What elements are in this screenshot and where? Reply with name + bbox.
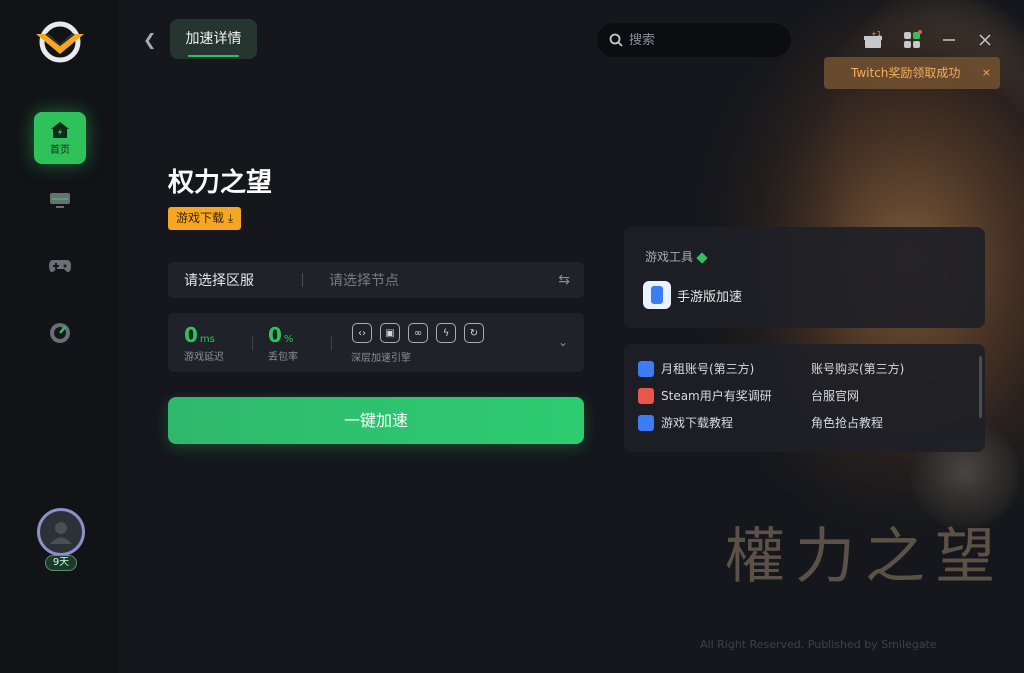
brand-logo-icon [32,18,88,64]
monitor-icon [50,193,70,208]
user-avatar[interactable] [37,508,85,556]
server-node-selector[interactable]: 请选择区服 请选择节点 ⇆ [168,262,584,298]
screen-icon[interactable]: ▣ [380,323,400,343]
link-character-tutorial[interactable]: 角色抢占教程 [811,414,883,431]
link-official-site[interactable]: 台服官网 [811,387,859,404]
svg-text:+1: +1 [871,30,881,38]
packet-loss-label: 丢包率 [268,352,298,363]
tutorial-icon [638,414,654,431]
search-icon [609,33,623,47]
refresh-icon[interactable]: ↻ [464,323,484,343]
mobile-accelerate-tool[interactable]: 手游版加速 [643,281,742,309]
account-icon [638,360,654,377]
link-steam-survey[interactable]: Steam用户有奖调研 [638,387,772,404]
toast-close-icon[interactable]: × [982,57,991,89]
one-click-accelerate-button[interactable]: 一键加速 [168,397,584,444]
gift-icon [638,387,654,404]
packet-loss-value: 0 [268,323,282,347]
game-title: 权力之望 [168,168,273,198]
mobile-accelerate-label: 手游版加速 [677,289,743,305]
cube-icon [696,251,708,264]
search-input[interactable] [629,32,769,48]
gift-box-icon[interactable]: +1 [863,30,883,50]
latency-value: 0 [184,323,198,347]
latency-unit: ms [199,334,215,345]
background-copyright: All Right Reserved. Published by Smilega… [700,638,937,651]
speedometer-icon [50,323,70,343]
node-select[interactable]: 请选择节点 [329,270,558,290]
apps-grid-icon[interactable] [902,30,922,50]
lightning-icon[interactable]: ϟ [436,323,456,343]
reward-toast: Twitch奖励领取成功 × [824,57,1000,89]
packet-loss-stat: 0% 丢包率 [268,323,298,363]
chevron-down-icon[interactable]: ⌄ [558,335,568,349]
latency-stat: 0 ms 游戏延迟 [184,323,224,363]
link-account-purchase[interactable]: 账号购买(第三方) [811,360,904,377]
game-download-button[interactable]: 游戏下载 ⤓ [168,207,242,230]
background-game-logo: 權力之望 [725,522,1005,592]
toast-message: Twitch奖励领取成功 [851,66,961,80]
back-icon[interactable]: ❮ [143,30,156,49]
link-download-tutorial[interactable]: 游戏下载教程 [638,414,733,431]
search-box[interactable] [597,23,791,57]
link-icon[interactable]: ∞ [408,323,428,343]
mobile-app-icon [643,281,671,309]
panel-scrollbar[interactable] [979,356,982,418]
close-icon[interactable] [975,30,995,50]
quick-links-panel: 月租账号(第三方) 账号购买(第三方) Steam用户有奖调研 台服官网 游戏下… [624,344,985,452]
sidebar-item-games[interactable] [34,240,86,292]
user-icon [50,522,72,544]
gamepad-icon [49,260,71,273]
packet-loss-unit: % [283,334,294,345]
acceleration-stats: 0 ms 游戏延迟 0% 丢包率 ‹› ▣ ∞ ϟ ↻ 深层加速引擎 ⌄ [168,313,584,372]
tab-acceleration-details[interactable]: 加速详情 [170,19,257,59]
latency-label: 游戏延迟 [184,352,224,363]
membership-days-badge: 9天 [45,555,77,571]
sidebar: 首页 9天 [0,0,118,673]
sidebar-item-speedtest[interactable] [34,307,86,359]
sidebar-item-devices[interactable] [34,174,86,226]
server-select[interactable]: 请选择区服 [184,270,302,290]
swap-icon[interactable]: ⇆ [558,272,570,288]
minimize-icon[interactable] [939,30,959,50]
engine-label: 深层加速引擎 [351,353,411,364]
sidebar-item-home[interactable]: 首页 [34,112,86,164]
engine-icons: ‹› ▣ ∞ ϟ ↻ [352,323,484,343]
game-tools-heading: 游戏工具 [645,248,708,265]
home-icon [51,121,69,138]
game-tools-panel: 游戏工具 手游版加速 [624,227,985,328]
code-icon[interactable]: ‹› [352,323,372,343]
sidebar-item-label: 首页 [50,144,70,156]
link-monthly-account[interactable]: 月租账号(第三方) [638,360,754,377]
